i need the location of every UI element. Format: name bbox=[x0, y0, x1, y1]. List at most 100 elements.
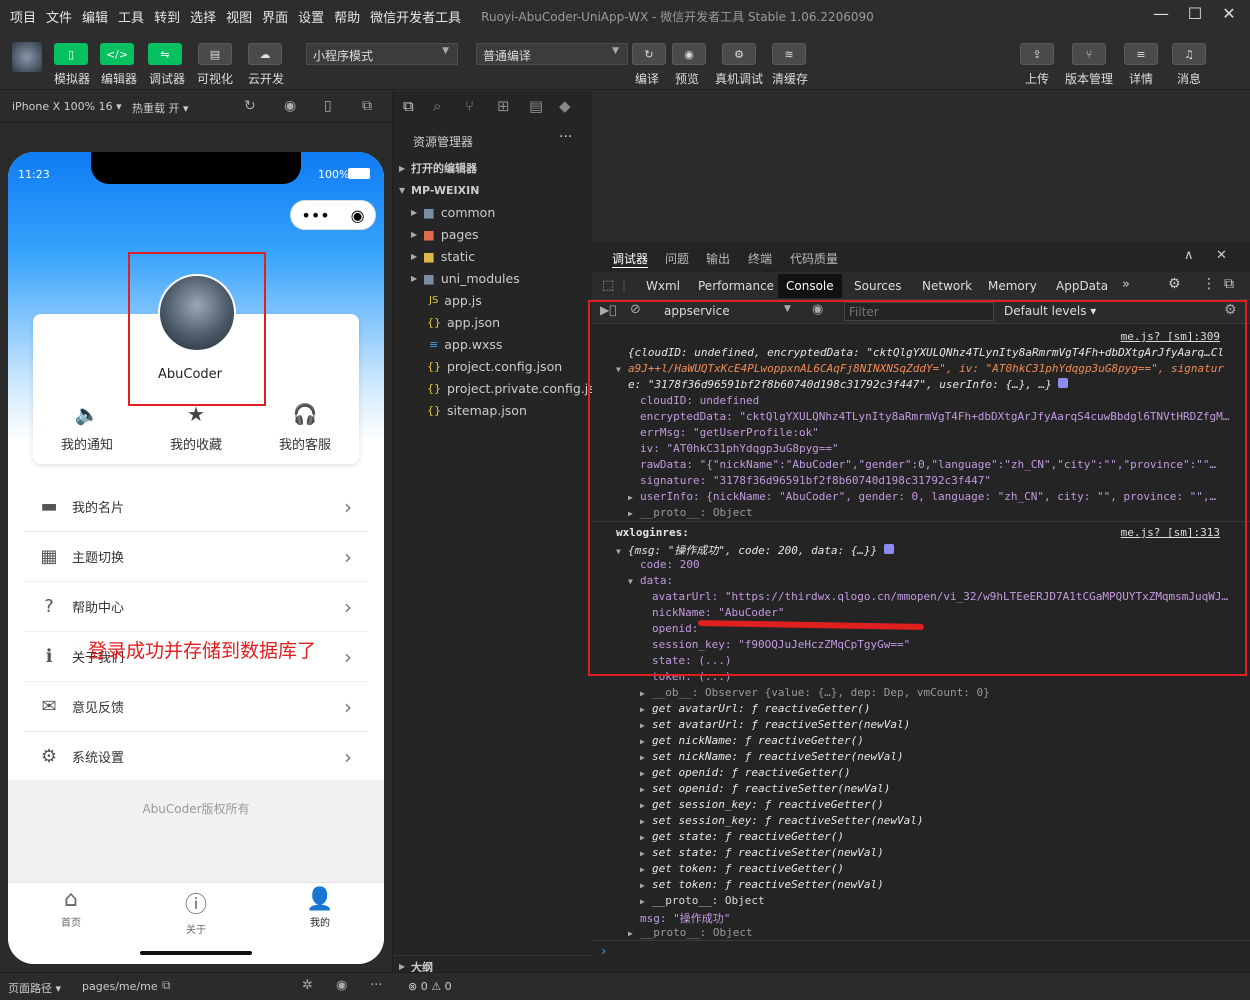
console-line[interactable]: ▶ get token: ƒ reactiveGetter() bbox=[640, 862, 844, 875]
file-item[interactable]: {} sitemap.json bbox=[393, 399, 593, 421]
list-item[interactable]: ⚙ 系统设置 › bbox=[24, 732, 368, 782]
tab-sources[interactable]: Sources bbox=[846, 274, 909, 298]
debugger-toggle-icon[interactable]: ⇋ bbox=[148, 43, 182, 65]
gear-icon[interactable]: ⚙ bbox=[1168, 276, 1181, 292]
copy-icon[interactable]: ⧉ bbox=[162, 978, 171, 993]
tab-code-quality[interactable]: 代码质量 bbox=[790, 250, 838, 267]
tab-network[interactable]: Network bbox=[914, 274, 980, 298]
file-item[interactable]: {} project.private.config.js... bbox=[393, 377, 607, 399]
more-tabs-icon[interactable]: » bbox=[1122, 277, 1130, 292]
tab-debugger[interactable]: 调试器 bbox=[612, 250, 649, 268]
git-icon[interactable]: ⑂ bbox=[465, 97, 474, 115]
menu-edit[interactable]: 编辑 bbox=[82, 7, 108, 26]
folder-item[interactable]: ▶ ■ pages bbox=[393, 223, 593, 245]
tab-wxml[interactable]: Wxml bbox=[638, 274, 688, 298]
tab-appdata[interactable]: AppData bbox=[1048, 274, 1116, 298]
stop-icon[interactable]: ◉ bbox=[284, 98, 296, 114]
console-line[interactable]: ▶ __ob__: Observer {value: {…}, dep: Dep,… bbox=[640, 686, 990, 699]
console-line[interactable]: ▶ __proto__: Object bbox=[640, 894, 765, 907]
menu-project[interactable]: 项目 bbox=[10, 7, 36, 26]
minimize-icon[interactable]: — bbox=[1146, 4, 1176, 28]
tab-problems[interactable]: 问题 bbox=[665, 250, 689, 267]
more-icon[interactable]: ··· bbox=[370, 978, 382, 993]
more-vert-icon[interactable]: ⋮ bbox=[1202, 276, 1216, 292]
menu-select[interactable]: 选择 bbox=[190, 7, 216, 26]
extensions-icon[interactable]: ⊞ bbox=[497, 97, 510, 115]
menu-interface[interactable]: 界面 bbox=[262, 7, 288, 26]
folder-item[interactable]: ▶ ■ common bbox=[393, 201, 593, 223]
collapse-icon[interactable]: ∧ bbox=[1184, 248, 1194, 263]
storage-icon[interactable]: ▤ bbox=[529, 97, 543, 115]
folder-item[interactable]: ▶ ■ static bbox=[393, 245, 593, 267]
tab-performance[interactable]: Performance bbox=[690, 274, 782, 298]
menu-file[interactable]: 文件 bbox=[46, 7, 72, 26]
card-menu-service[interactable]: 🎧 我的客服 bbox=[251, 402, 359, 453]
console-line[interactable]: ▶ get openid: ƒ reactiveGetter() bbox=[640, 766, 851, 779]
folder-item[interactable]: ▶ ■ uni_modules bbox=[393, 267, 593, 289]
more-icon[interactable]: ··· bbox=[559, 129, 572, 145]
console-line[interactable]: ▶ set state: ƒ reactiveSetter(newVal) bbox=[640, 846, 884, 859]
list-item[interactable]: ▦ 主题切换 › bbox=[24, 532, 368, 582]
project-section[interactable]: ▼ MP-WEIXIN bbox=[393, 179, 593, 201]
card-menu-favorites[interactable]: ★ 我的收藏 bbox=[142, 402, 250, 453]
file-item[interactable]: JS app.js bbox=[393, 289, 593, 311]
console-line[interactable]: ▶ set openid: ƒ reactiveSetter(newVal) bbox=[640, 782, 890, 795]
preview-icon[interactable]: ◉ bbox=[672, 43, 706, 65]
dock-icon[interactable]: ⧉ bbox=[1224, 276, 1234, 292]
console-line[interactable]: ▶ set session_key: ƒ reactiveSetter(newVa… bbox=[640, 814, 924, 827]
device-select[interactable]: iPhone X 100% 16 ▾ bbox=[12, 100, 122, 113]
tab-terminal[interactable]: 终端 bbox=[748, 250, 772, 267]
cloud-icon[interactable]: ☁ bbox=[248, 43, 282, 65]
remote-debug-icon[interactable]: ⚙ bbox=[722, 43, 756, 65]
menu-settings[interactable]: 设置 bbox=[298, 7, 324, 26]
tab-console[interactable]: Console bbox=[778, 274, 842, 298]
upload-icon[interactable]: ⇪ bbox=[1020, 43, 1054, 65]
window-icon[interactable]: ⧉ bbox=[362, 98, 372, 114]
eye-icon[interactable]: ◉ bbox=[336, 978, 347, 993]
inspect-icon[interactable]: ⬚ bbox=[602, 278, 614, 293]
phone-icon[interactable]: ▯ bbox=[324, 98, 332, 114]
menu-tools[interactable]: 工具 bbox=[118, 7, 144, 26]
menu-wechat-devtools[interactable]: 微信开发者工具 bbox=[370, 7, 461, 26]
close-icon[interactable]: ✕ bbox=[1216, 248, 1227, 263]
simulator-toggle-icon[interactable]: ▯ bbox=[54, 43, 88, 65]
close-icon[interactable]: ✕ bbox=[1214, 4, 1244, 28]
file-item[interactable]: {} app.json bbox=[393, 311, 593, 333]
console-line[interactable]: ▶ set nickName: ƒ reactiveSetter(newVal) bbox=[640, 750, 904, 763]
version-icon[interactable]: ⑂ bbox=[1072, 43, 1106, 65]
compile-select[interactable]: 普通编译 ▼ bbox=[476, 43, 628, 65]
list-item[interactable]: ✉ 意见反馈 › bbox=[24, 682, 368, 732]
refresh-icon[interactable]: ↻ bbox=[244, 98, 256, 114]
clear-cache-icon[interactable]: ≋ bbox=[772, 43, 806, 65]
page-path-select[interactable]: 页面路径 ▾ bbox=[8, 980, 61, 996]
console-line[interactable]: ▶ set token: ƒ reactiveSetter(newVal) bbox=[640, 878, 884, 891]
project-avatar[interactable] bbox=[12, 42, 42, 72]
details-icon[interactable]: ≡ bbox=[1124, 43, 1158, 65]
files-icon[interactable]: ⧉ bbox=[403, 97, 414, 115]
more-icon[interactable]: ••• bbox=[301, 206, 329, 225]
capsule-menu[interactable]: ••• ◉ bbox=[290, 200, 376, 230]
menu-help[interactable]: 帮助 bbox=[334, 7, 360, 26]
menu-view[interactable]: 视图 bbox=[226, 7, 252, 26]
bug-icon[interactable]: ✲ bbox=[302, 978, 313, 993]
list-item[interactable]: ▬ 我的名片 › bbox=[24, 482, 368, 532]
target-icon[interactable]: ◉ bbox=[351, 206, 365, 225]
maximize-icon[interactable]: ☐ bbox=[1180, 4, 1210, 28]
console-prompt-icon[interactable]: › bbox=[600, 944, 607, 958]
console-line[interactable]: ▶ get nickName: ƒ reactiveGetter() bbox=[640, 734, 864, 747]
file-item[interactable]: ≡ app.wxss bbox=[393, 333, 593, 355]
message-icon[interactable]: ♫ bbox=[1172, 43, 1206, 65]
hotreload-toggle[interactable]: 热重载 开 ▾ bbox=[132, 100, 189, 116]
file-item[interactable]: {} project.config.json bbox=[393, 355, 593, 377]
card-menu-notify[interactable]: 🔈 我的通知 bbox=[33, 402, 141, 453]
mode-select[interactable]: 小程序模式 ▼ bbox=[306, 43, 458, 65]
editor-toggle-icon[interactable]: </> bbox=[100, 43, 134, 65]
tab-me[interactable]: 👤 我的 bbox=[285, 887, 355, 929]
console-line[interactable]: ▶ __proto__: Object bbox=[628, 926, 753, 939]
tab-memory[interactable]: Memory bbox=[980, 274, 1045, 298]
open-editors-section[interactable]: ▶ 打开的编辑器 bbox=[393, 157, 593, 179]
list-item[interactable]: ? 帮助中心 › bbox=[24, 582, 368, 632]
compile-icon[interactable]: ↻ bbox=[632, 43, 666, 65]
console-line[interactable]: ▶ get state: ƒ reactiveGetter() bbox=[640, 830, 844, 843]
console-line[interactable]: ▶ get avatarUrl: ƒ reactiveGetter() bbox=[640, 702, 871, 715]
